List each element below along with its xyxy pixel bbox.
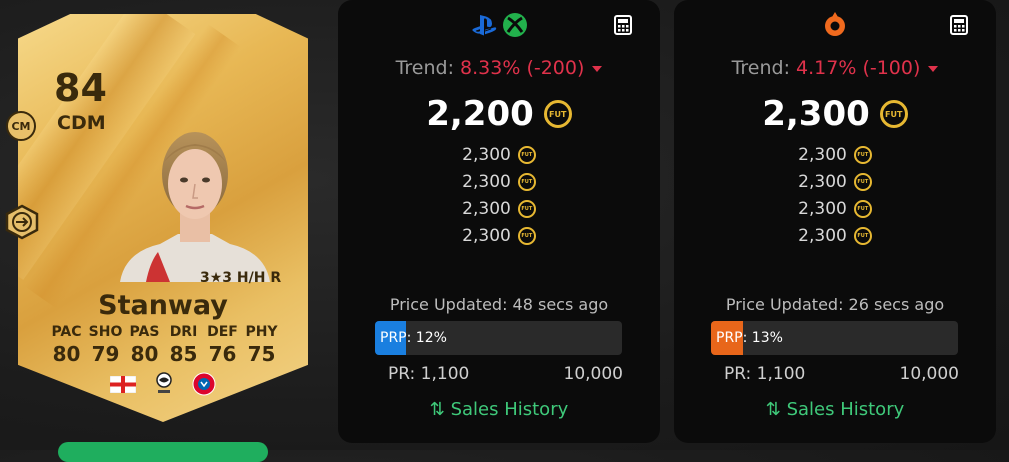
player-rating: 84 [54,66,107,110]
action-button[interactable] [58,442,268,462]
fut-coin-icon: FUT [517,226,536,245]
list-item: 2,300 FUT [338,168,660,195]
trend-value: 4.17% (-100) [796,57,921,79]
list-item: 2,300 FUT [338,141,660,168]
fut-coin-icon: FUT [517,145,536,164]
prp-label: PRP: 13% [716,330,783,346]
trend-line: Trend: 8.33% (-200) [338,57,660,79]
platform-icons [674,12,996,38]
stat-pas: PAS 80 [129,324,160,366]
alt-position-badge: CM [6,111,36,141]
trend-down-icon [592,65,603,72]
trend-down-icon [928,65,939,72]
chemistry-style-icon [5,204,39,240]
trend-label: Trend: [731,57,790,79]
league-logo-icon [156,372,172,393]
xbox-icon [503,13,527,37]
price-panel-pc: Trend: 4.17% (-100) 2,300 FUT 2,300 FUT 2… [674,0,996,443]
list-item: 2,300 FUT [674,222,996,249]
club-crest-icon [192,372,216,396]
stat-phy: PHY 75 [245,324,278,366]
fut-coin-icon: FUT [879,100,908,128]
player-photo [120,132,270,282]
fut-coin-icon: FUT [853,145,872,164]
prp-progress-bar: PRP: 12% [375,321,622,355]
fut-coin-icon: FUT [853,199,872,218]
list-item: 2,300 FUT [674,195,996,222]
sort-arrows-icon: ⇅ [765,399,781,420]
price-panel-console: Trend: 8.33% (-200) 2,200 FUT 2,300 FUT 2… [338,0,660,443]
stat-sho: SHO 79 [88,324,123,366]
stat-pac: PAC 80 [51,324,82,366]
stat-def: DEF 76 [207,324,238,366]
fut-coin-icon: FUT [517,199,536,218]
calculator-icon[interactable] [614,15,632,35]
current-price: 2,300 FUT [674,94,996,134]
price-range-min: PR: 1,100 [724,364,806,384]
origin-icon [825,12,845,36]
stats-row: PAC 80 SHO 79 PAS 80 DRI 85 DEF 76 PHY 75 [47,324,281,366]
fut-coin-icon: FUT [853,172,872,191]
price-range-max: 10,000 [563,364,623,384]
player-card[interactable]: 84 CDM CM 3★3 H/H R Stanway PAC 80 SHO 79 … [0,0,330,450]
price-list: 2,300 FUT 2,300 FUT 2,300 FUT 2,300 FUT [674,141,996,249]
list-item: 2,300 FUT [674,168,996,195]
sales-history-link[interactable]: ⇅ Sales History [674,399,996,420]
fut-coin-icon: FUT [853,226,872,245]
platform-icons [338,12,660,38]
price-list: 2,300 FUT 2,300 FUT 2,300 FUT 2,300 FUT [338,141,660,249]
price-range-max: 10,000 [899,364,959,384]
fut-coin-icon: FUT [517,172,536,191]
list-item: 2,300 FUT [338,195,660,222]
sort-arrows-icon: ⇅ [429,399,445,420]
price-range: PR: 1,100 10,000 [388,364,623,384]
current-price-value: 2,300 [762,94,870,134]
trend-line: Trend: 4.17% (-100) [674,57,996,79]
price-range-min: PR: 1,100 [388,364,470,384]
prp-progress-bar: PRP: 13% [711,321,958,355]
current-price-value: 2,200 [426,94,534,134]
calculator-icon[interactable] [950,15,968,35]
player-name: Stanway [98,290,228,321]
trend-label: Trend: [395,57,454,79]
skills-weakfoot-workrates: 3★3 H/H R [200,270,282,286]
card-badges [110,372,216,396]
prp-label: PRP: 12% [380,330,447,346]
england-flag-icon [110,375,136,393]
stat-dri: DRI 85 [169,324,198,366]
price-range: PR: 1,100 10,000 [724,364,959,384]
trend-value: 8.33% (-200) [460,57,585,79]
player-position: CDM [57,112,106,134]
list-item: 2,300 FUT [338,222,660,249]
sales-history-link[interactable]: ⇅ Sales History [338,399,660,420]
fut-coin-icon: FUT [543,100,572,128]
price-updated-text: Price Updated: 48 secs ago [389,295,609,314]
current-price: 2,200 FUT [338,94,660,134]
list-item: 2,300 FUT [674,141,996,168]
playstation-icon [472,15,497,36]
price-updated-text: Price Updated: 26 secs ago [725,295,945,314]
